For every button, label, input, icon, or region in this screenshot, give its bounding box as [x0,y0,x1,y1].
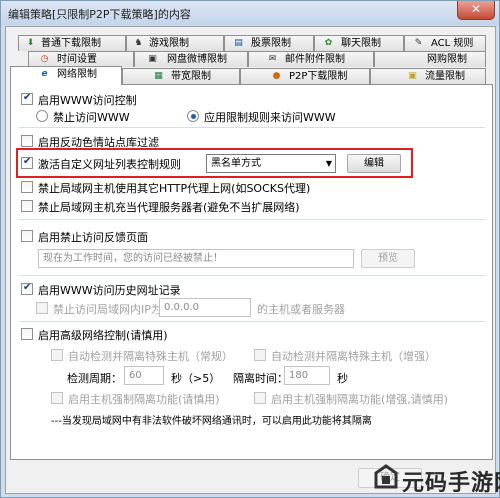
tab-chat[interactable]: ✿ 聊天限制 [314,35,404,51]
preview-button[interactable]: 预览 [361,249,415,268]
game-icon: ♞ [134,38,143,48]
tab-mail-attachment[interactable]: ✉ 邮件附件限制 [248,51,374,67]
www-enable-checkbox[interactable] [21,92,33,105]
tab-acl[interactable]: ✎ ACL 规则 [404,35,486,51]
block-ip-suffix: 的主机或者服务器 [257,303,345,316]
network-limit-panel: 启用WWW访问控制 禁止访问WWW 应用限制规则来访问WWW 启用反动色情站点库… [10,84,493,460]
auto-isolate-enhanced-checkbox[interactable] [254,349,266,361]
apply-rules-radio[interactable] [187,110,199,122]
p2p-icon: ● [272,71,281,81]
highlight-box [16,148,413,178]
block-ip-checkbox[interactable] [36,302,48,314]
apply-rules-label: 应用限制规则来访问WWW [204,111,336,124]
window-title: 编辑策略[只限制P2P下载策略]的内容 [8,8,191,21]
reverse-filter-checkbox[interactable] [21,135,33,147]
tab-netdisk-weibo[interactable]: ▣ 网盘微博限制 [134,51,248,67]
block-proxy-server-label: 禁止局域网主机充当代理服务器者(避免不当扩展网络) [38,201,300,214]
dialog-client: ⬇ 普通下载限制 ♞ 游戏限制 ▤ 股票限制 ✿ 聊天限制 ✎ ACL 规则 ◷… [5,26,496,494]
block-www-label: 禁止访问WWW [53,111,130,124]
force-isolate-enhanced-label: 启用主机强制隔离功能(增强,请慎用) [271,393,449,406]
feedback-page-label: 启用禁止访问反馈页面 [38,231,148,244]
policy-edit-window: 编辑策略[只限制P2P下载策略]的内容 ✕ ⬇ 普通下载限制 ♞ 游戏限制 ▤ … [0,0,500,498]
auto-isolate-normal-label: 自动检测并隔离特殊主机（常规） [68,350,233,363]
site-watermark: 元码手游网 [373,459,500,498]
chat-icon: ✿ [324,38,333,48]
force-isolate-enhanced-checkbox[interactable] [254,392,266,404]
acl-icon: ✎ [414,38,423,48]
watermark-text: 元码手游网 [402,471,500,496]
tab-game[interactable]: ♞ 游戏限制 [126,35,224,51]
separator [19,321,485,322]
title-bar[interactable]: 编辑策略[只限制P2P下载策略]的内容 ✕ [1,1,499,25]
stock-icon: ▤ [234,38,243,48]
isolate-time-input[interactable]: 180 [284,366,330,385]
detect-period-input[interactable]: 60 [124,366,164,385]
ie-icon: e [41,69,48,79]
traffic-icon: ▣ [408,71,417,81]
close-button[interactable]: ✕ [457,1,495,20]
block-socks-checkbox[interactable] [21,181,33,193]
advanced-control-label: 启用高级网络控制(请慎用) [38,329,168,342]
tab-online-shopping[interactable]: 网购限制 [374,51,486,67]
tab-p2p-download[interactable]: ● P2P下载限制 [240,68,370,84]
separator [19,127,485,128]
feedback-message-input[interactable]: 现在为工作时间，您的访问已经被禁止！ [38,249,354,268]
tab-stock[interactable]: ▤ 股票限制 [224,35,314,51]
detect-period-unit: 秒（>5） [171,372,221,385]
watermark-logo-icon [374,464,398,489]
block-socks-label: 禁止局域网主机使用其它HTTP代理上网(如SOCKS代理) [38,182,311,195]
block-www-radio[interactable] [36,110,48,122]
download-icon: ⬇ [26,38,35,48]
bandwidth-icon: ▦ [154,71,163,81]
tab-traffic[interactable]: ▣ 流量限制 [370,68,486,84]
history-label: 启用WWW访问历史网址记录 [38,284,181,297]
force-isolate-checkbox[interactable] [51,392,63,404]
isolate-time-label: 隔离时间： [233,372,288,385]
cloud-icon: ▣ [148,54,157,64]
tab-network-limit[interactable]: e 网络限制 [10,66,122,85]
detect-period-label: 检测周期： [67,372,122,385]
tab-bandwidth[interactable]: ▦ 带宽限制 [122,68,240,84]
isolation-note: ---当发现局域网中有非法软件破坏网络通讯时，可以启用此功能将其隔离 [51,416,372,427]
force-isolate-label: 启用主机强制隔离功能(请慎用) [68,393,220,406]
mail-icon: ✉ [268,54,277,64]
isolate-time-unit: 秒 [337,372,348,385]
block-ip-label: 禁止访问局域网内IP为 [53,303,162,316]
block-proxy-server-checkbox[interactable] [21,200,33,212]
auto-isolate-enhanced-label: 自动检测并隔离特殊主机（增强） [271,350,436,363]
advanced-control-checkbox[interactable] [21,328,33,340]
separator [19,275,485,276]
feedback-page-checkbox[interactable] [21,230,33,242]
tab-time-settings[interactable]: ◷ 时间设置 [28,51,134,67]
clock-icon: ◷ [40,54,49,64]
www-enable-label: 启用WWW访问控制 [38,94,137,107]
history-checkbox[interactable] [21,282,33,295]
separator [19,219,485,220]
tab-normal-download[interactable]: ⬇ 普通下载限制 [18,35,126,51]
auto-isolate-normal-checkbox[interactable] [51,349,63,361]
block-ip-input[interactable]: 0.0.0.0 [159,298,251,317]
